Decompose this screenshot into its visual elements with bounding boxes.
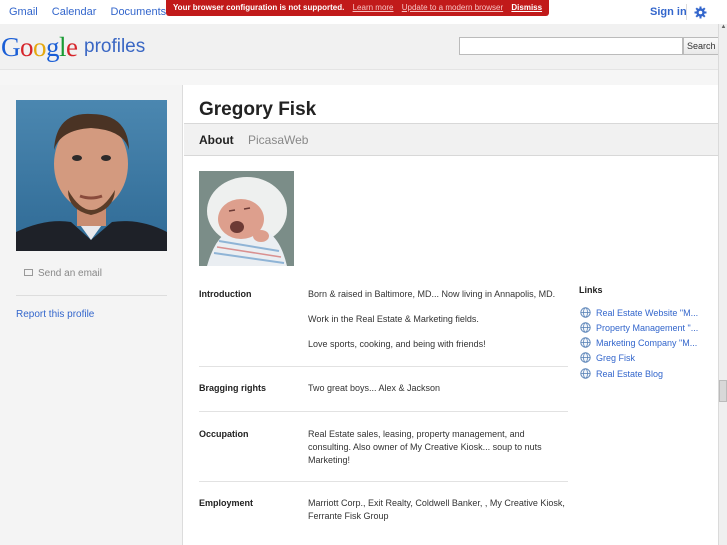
profile-link-label: Real Estate Website "M... <box>596 308 699 318</box>
links-heading: Links <box>579 285 603 295</box>
warning-message: Your browser configuration is not suppor… <box>172 3 345 12</box>
logo-letter: g <box>46 32 60 62</box>
globe-icon <box>580 337 591 348</box>
divider <box>16 295 167 296</box>
profile-link-label: Greg Fisk <box>596 353 636 363</box>
scroll-up-arrow-icon[interactable]: ▲ <box>719 24 727 32</box>
logo-letter: o <box>33 32 47 62</box>
globe-icon <box>580 322 591 333</box>
browser-warning-bar: Your browser configuration is not suppor… <box>166 0 549 16</box>
section-label-employment: Employment <box>199 498 254 508</box>
divider <box>199 481 568 482</box>
profile-link[interactable]: Marketing Company "M... <box>580 337 698 349</box>
tab-picasaweb[interactable]: PicasaWeb <box>248 133 308 147</box>
sign-in-link[interactable]: Sign in <box>650 6 687 18</box>
dismiss-link[interactable]: Dismiss <box>511 3 542 12</box>
globe-icon <box>580 307 591 318</box>
gear-icon[interactable] <box>694 6 707 19</box>
report-profile-link[interactable]: Report this profile <box>16 309 94 320</box>
update-browser-link[interactable]: Update to a modern browser <box>402 3 503 12</box>
globe-icon <box>580 368 591 379</box>
introduction-line: Work in the Real Estate & Marketing fiel… <box>308 314 479 324</box>
introduction-line: Born & raised in Baltimore, MD... Now li… <box>308 289 556 299</box>
topnav-calendar[interactable]: Calendar <box>52 6 97 18</box>
profile-name: Gregory Fisk <box>199 99 317 120</box>
occupation-text: Real Estate sales, leasing, property man… <box>308 429 542 465</box>
send-email-link[interactable]: Send an email <box>24 268 102 279</box>
send-email-label: Send an email <box>38 268 102 279</box>
profile-link[interactable]: Real Estate Website "M... <box>580 307 699 319</box>
search-input[interactable] <box>459 37 683 55</box>
logo-letter: G <box>1 32 21 62</box>
envelope-icon <box>24 268 33 276</box>
tab-about[interactable]: About <box>199 133 234 147</box>
section-label-introduction: Introduction <box>199 289 252 299</box>
profile-photo <box>16 100 167 251</box>
product-name: profiles <box>84 36 146 57</box>
bragging-rights-text: Two great boys... Alex & Jackson <box>308 383 441 393</box>
section-label-occupation: Occupation <box>199 429 249 439</box>
profile-link[interactable]: Property Management "... <box>580 322 699 334</box>
top-bar: Gmail Calendar Documents Ph Your browser… <box>0 0 727 24</box>
introduction-line: Love sports, cooking, and being with fri… <box>308 339 486 349</box>
profile-link-label: Marketing Company "M... <box>596 338 698 348</box>
divider <box>686 4 687 20</box>
logo-letter: l <box>59 32 67 62</box>
scrollbar-thumb[interactable] <box>719 380 727 402</box>
profile-link-label: Property Management "... <box>596 323 699 333</box>
scrollbar[interactable]: ▲ <box>718 24 727 545</box>
divider <box>199 411 568 412</box>
globe-icon <box>580 352 591 363</box>
logo-letter: e <box>66 32 78 62</box>
employment-text: Marriott Corp., Exit Realty, Coldwell Ba… <box>308 498 565 521</box>
profile-tabs: About PicasaWeb <box>184 123 718 156</box>
section-label-bragging-rights: Bragging rights <box>199 383 266 393</box>
topnav-documents[interactable]: Documents <box>111 6 167 18</box>
divider <box>199 366 568 367</box>
gallery-photo[interactable] <box>199 171 294 266</box>
learn-more-link[interactable]: Learn more <box>353 3 394 12</box>
profile-link[interactable]: Real Estate Blog <box>580 368 664 380</box>
header-band <box>0 70 718 85</box>
logo-letter: o <box>20 32 34 62</box>
profile-link-label: Real Estate Blog <box>596 369 664 379</box>
profile-link[interactable]: Greg Fisk <box>580 352 636 364</box>
topnav-gmail[interactable]: Gmail <box>9 6 38 18</box>
google-logo[interactable]: Google <box>1 32 78 62</box>
